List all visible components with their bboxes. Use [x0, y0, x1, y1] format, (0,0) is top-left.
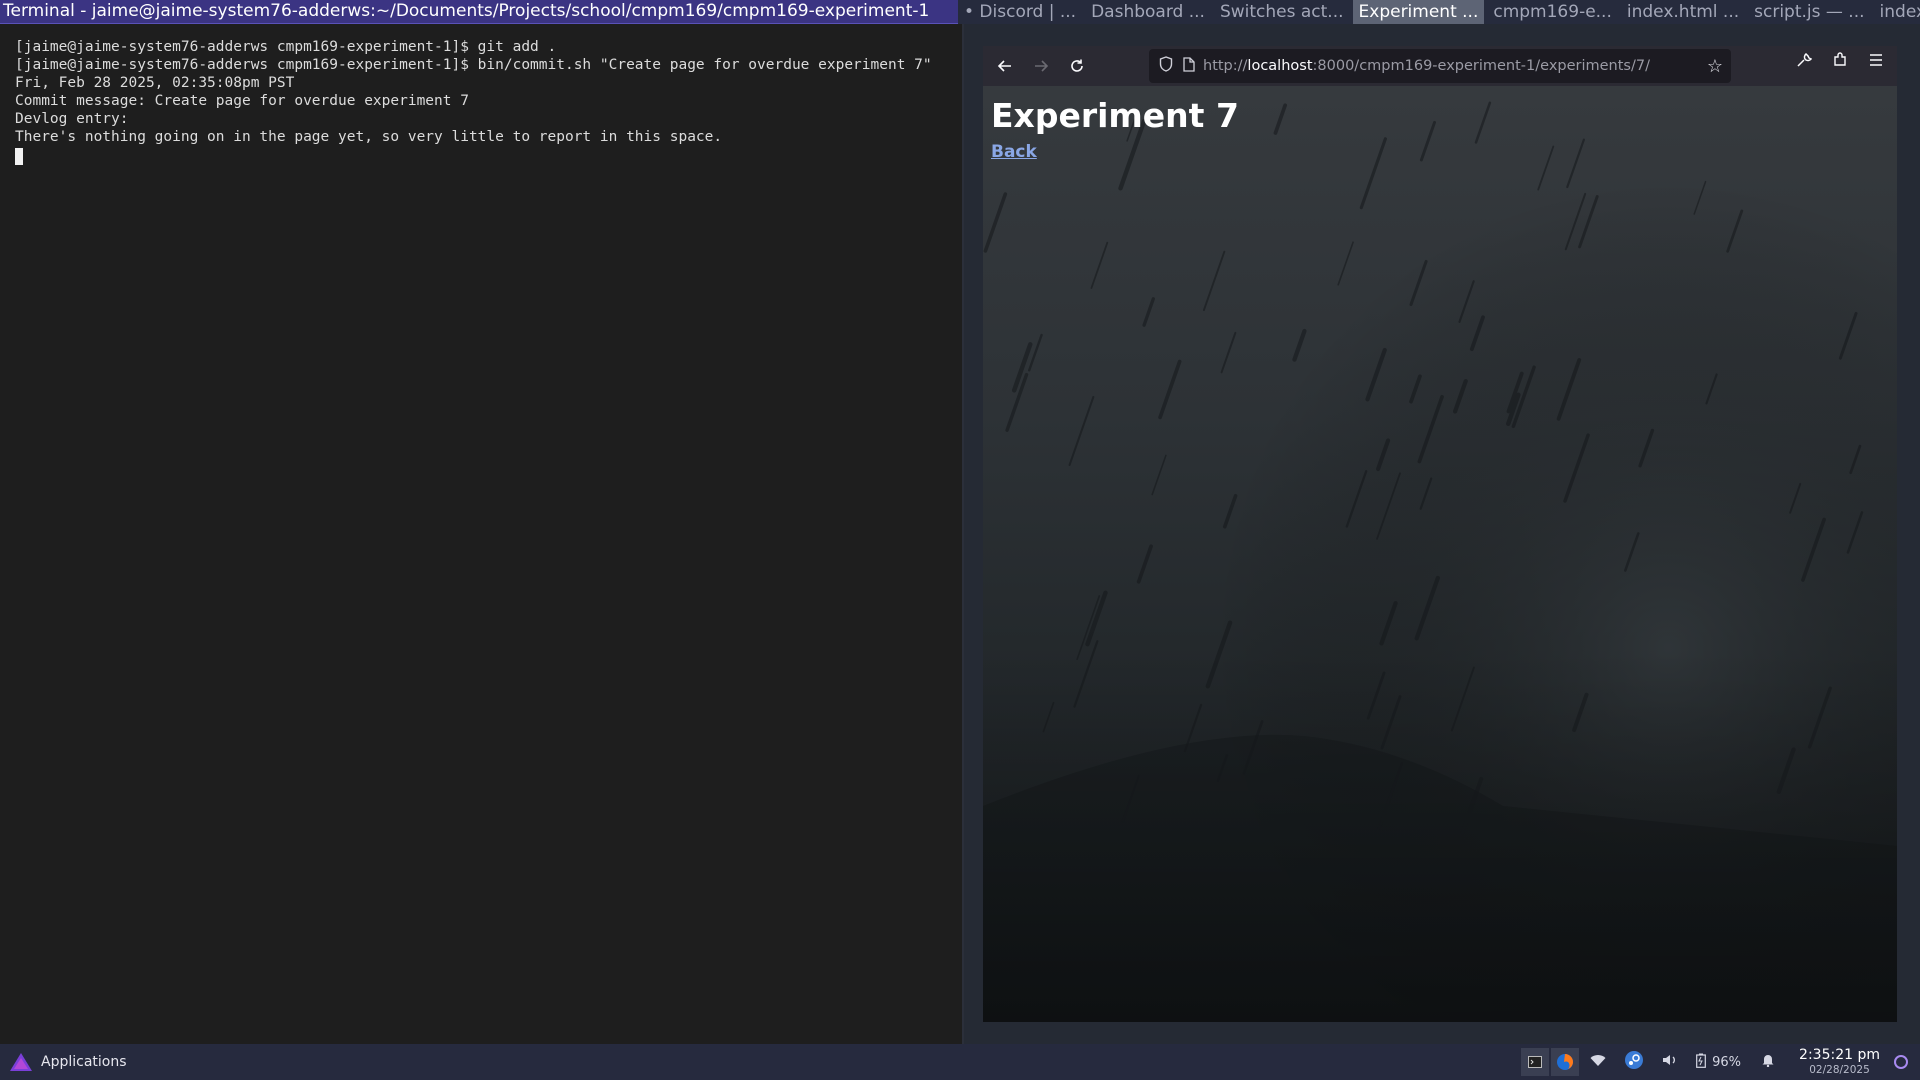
- page-icon[interactable]: [1183, 56, 1195, 76]
- window-tab-script-js[interactable]: script.js — ...: [1748, 0, 1870, 24]
- window-tab-cmpm169[interactable]: cmpm169-e...: [1487, 0, 1618, 24]
- forward-arrow-icon[interactable]: [1027, 52, 1055, 80]
- clock-time: 2:35:21 pm: [1799, 1047, 1880, 1063]
- url-text[interactable]: http://localhost:8000/cmpm169-experiment…: [1203, 58, 1650, 74]
- terminal-icon: [1528, 1056, 1543, 1068]
- rain-background: [983, 86, 1897, 1022]
- top-panel: Terminal - jaime@jaime-system76-adderws:…: [0, 0, 1920, 24]
- terminal-task-button[interactable]: [1521, 1048, 1550, 1076]
- terminal-line: Fri, Feb 28 2025, 02:35:08pm PST: [15, 75, 295, 91]
- taskbar: Applications 96% 2:35:21 pm 02/28/2025: [0, 1044, 1920, 1080]
- window-tab-list: • Discord | ... Dashboard ... Switches a…: [958, 0, 1920, 24]
- terminal-line: Commit message: Create page for overdue …: [15, 93, 469, 109]
- browser-toolbar: http://localhost:8000/cmpm169-experiment…: [983, 46, 1897, 86]
- page-title: Experiment 7: [991, 96, 1239, 135]
- extensions-icon[interactable]: [1827, 52, 1853, 73]
- browser-window: http://localhost:8000/cmpm169-experiment…: [983, 46, 1897, 1022]
- applications-menu-button[interactable]: Applications: [9, 1052, 127, 1072]
- shield-icon[interactable]: [1159, 56, 1173, 76]
- terminal-prompt-line[interactable]: [15, 146, 962, 165]
- back-link[interactable]: Back: [991, 142, 1037, 162]
- window-tab-discord[interactable]: • Discord | ...: [958, 0, 1082, 24]
- terminal-line: There's nothing going on in the page yet…: [15, 129, 723, 145]
- reload-icon[interactable]: [1063, 52, 1091, 80]
- star-icon[interactable]: ☆: [1707, 56, 1723, 77]
- window-tab-dashboard[interactable]: Dashboard ...: [1085, 0, 1211, 24]
- text-cursor: [15, 148, 23, 165]
- system-tray: 96% 2:35:21 pm 02/28/2025: [1521, 1044, 1908, 1080]
- window-tab-switches[interactable]: Switches act...: [1214, 0, 1350, 24]
- browser-toolbar-right: [1791, 52, 1889, 73]
- terminal-line: [jaime@jaime-system76-adderws cmpm169-ex…: [15, 57, 932, 73]
- url-path: :8000/cmpm169-experiment-1/experiments/7…: [1312, 58, 1650, 74]
- hamburger-menu-icon[interactable]: [1863, 52, 1889, 73]
- battery-percentage: 96%: [1712, 1054, 1742, 1070]
- wifi-icon[interactable]: [1590, 1053, 1606, 1071]
- notification-bell-icon[interactable]: [1762, 1053, 1774, 1071]
- clock-date: 02/28/2025: [1809, 1064, 1870, 1076]
- window-tab-index-html-2[interactable]: index.html ...: [1874, 0, 1920, 24]
- clock[interactable]: 2:35:21 pm 02/28/2025: [1799, 1047, 1880, 1077]
- window-tab-experiment[interactable]: Experiment ...: [1352, 0, 1485, 24]
- terminal-line: Devlog entry:: [15, 111, 129, 127]
- terminal-line: [jaime@jaime-system76-adderws cmpm169-ex…: [15, 39, 557, 55]
- terminal-window-title[interactable]: Terminal - jaime@jaime-system76-adderws:…: [0, 0, 958, 24]
- session-menu-icon[interactable]: [1894, 1055, 1908, 1069]
- page-viewport[interactable]: Experiment 7 Back: [983, 86, 1897, 1022]
- app-launcher-icon: [10, 1053, 32, 1071]
- back-arrow-icon[interactable]: [991, 52, 1019, 80]
- url-host: localhost: [1247, 58, 1313, 74]
- url-scheme: http://: [1203, 58, 1248, 74]
- applications-label: Applications: [41, 1054, 127, 1070]
- terminal-window[interactable]: [jaime@jaime-system76-adderws cmpm169-ex…: [0, 24, 962, 1044]
- window-tab-index-html[interactable]: index.html ...: [1621, 0, 1745, 24]
- firefox-icon: [1557, 1054, 1574, 1070]
- wrench-icon[interactable]: [1791, 52, 1817, 73]
- firefox-task-button[interactable]: [1551, 1048, 1580, 1076]
- url-bar[interactable]: http://localhost:8000/cmpm169-experiment…: [1149, 49, 1731, 83]
- volume-icon[interactable]: [1662, 1053, 1678, 1071]
- terminal-output: [jaime@jaime-system76-adderws cmpm169-ex…: [0, 24, 962, 165]
- battery-icon[interactable]: [1696, 1053, 1707, 1072]
- steam-icon[interactable]: [1624, 1050, 1644, 1074]
